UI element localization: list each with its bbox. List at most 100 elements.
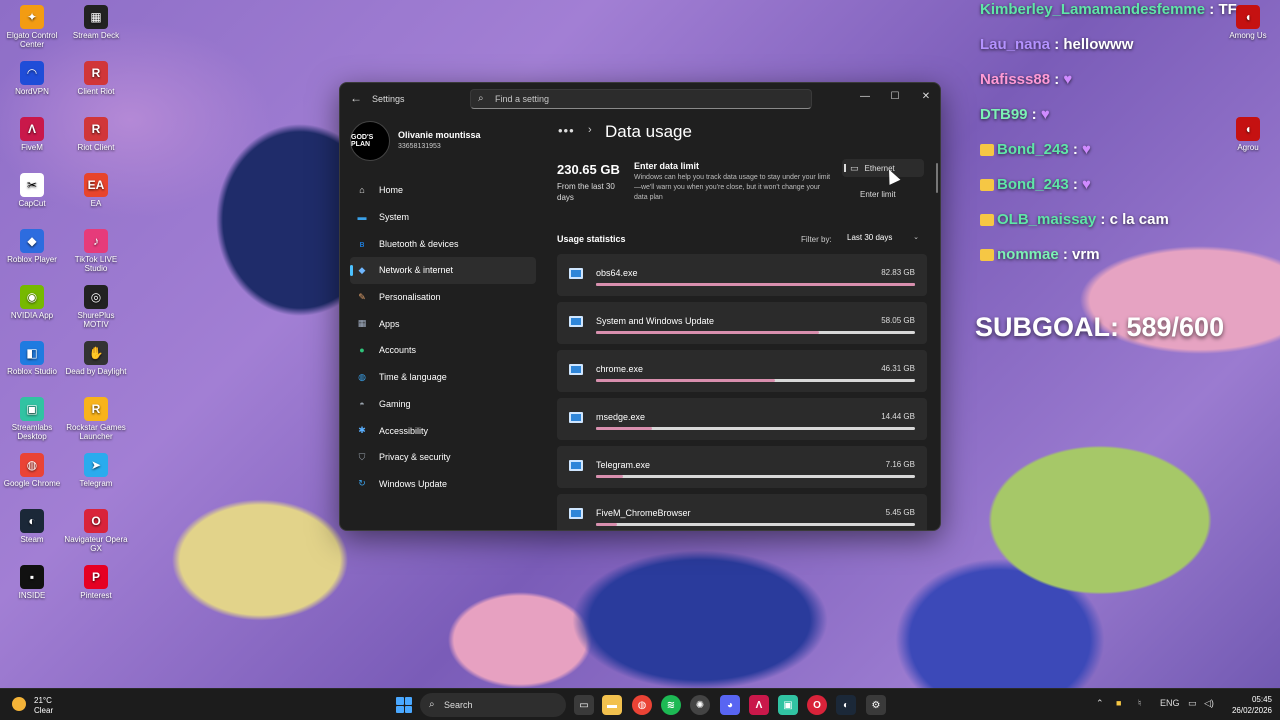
avatar[interactable]: GOD'S PLAN <box>350 121 390 161</box>
sidebar-item-label: Bluetooth & devices <box>379 238 459 249</box>
network-icon: ◆ <box>358 264 366 275</box>
sidebar-item-home[interactable]: ⌂ Home <box>350 177 536 204</box>
desktop-icon[interactable]: ✦ Elgato Control Center <box>0 5 64 49</box>
desktop-icon[interactable]: P Pinterest <box>64 565 128 600</box>
usage-list: obs64.exe 82.83 GB System and Windows Upda… <box>557 254 927 530</box>
usage-row[interactable]: msedge.exe 14.44 GB <box>557 398 927 440</box>
task-view-icon[interactable]: ▭ <box>574 695 594 715</box>
search-box[interactable]: ⌕ <box>470 89 812 109</box>
sidebar-item-label: Privacy & security <box>379 452 451 463</box>
desktop-icon[interactable]: R Rockstar Games Launcher <box>64 397 128 441</box>
sidebar-item-time-language[interactable]: ◍ Time & language <box>350 364 536 391</box>
steam-icon[interactable]: ◐ <box>836 695 856 715</box>
desktop-icon[interactable]: ◉ NVIDIA App <box>0 285 64 320</box>
desktop-icon-label: Roblox Studio <box>7 367 57 376</box>
start-button[interactable] <box>396 697 412 713</box>
desktop-icon-label: EA <box>90 199 102 208</box>
sidebar-item-privacy-security[interactable]: ⛉ Privacy & security <box>350 444 536 471</box>
usage-row[interactable]: FiveM_ChromeBrowser 5.45 GB <box>557 494 927 530</box>
spotify-icon[interactable]: ≋ <box>661 695 681 715</box>
desktop-icon[interactable]: ✂ CapCut <box>0 173 64 208</box>
desktop-icon[interactable]: ◆ Roblox Player <box>0 229 64 264</box>
sidebar-item-label: Home <box>379 185 404 196</box>
app-name: System and Windows Update <box>596 316 715 326</box>
sidebar-item-accessibility[interactable]: ✱ Accessibility <box>350 417 536 444</box>
desktop-icon[interactable]: R Riot Client <box>64 117 128 152</box>
taskbar-search[interactable]: ⌕ Search <box>420 693 566 717</box>
sidebar-item-gaming[interactable]: ◓ Gaming <box>350 391 536 418</box>
desktop-icon[interactable]: ▦ Stream Deck <box>64 5 128 40</box>
volume-icon[interactable]: ◁) <box>1204 698 1214 709</box>
chatgpt-icon[interactable]: ✺ <box>690 695 710 715</box>
desktop-icon[interactable]: EA EA <box>64 173 128 208</box>
app-icon: ✦ <box>20 5 44 29</box>
app-window-icon <box>569 412 583 423</box>
usage-row[interactable]: chrome.exe 46.31 GB <box>557 350 927 392</box>
chat-message: Nafisss88 : ♥ <box>980 71 1072 88</box>
desktop-icon[interactable]: ◧ Roblox Studio <box>0 341 64 376</box>
sidebar-item-label: Accessibility <box>379 425 429 436</box>
file-explorer-icon[interactable]: ▬ <box>602 695 622 715</box>
sidebar-item-network-internet[interactable]: ◆ Network & internet <box>350 257 536 284</box>
breadcrumb-more-button[interactable]: ••• <box>558 123 575 138</box>
sidebar-item-accounts[interactable]: ● Accounts <box>350 337 536 364</box>
tray-app-icon[interactable]: ■ <box>1116 698 1121 708</box>
sidebar-item-bluetooth-devices[interactable]: ʙ Bluetooth & devices <box>350 230 536 257</box>
bluetooth-icon: ʙ <box>359 238 365 249</box>
search-input[interactable] <box>495 92 795 106</box>
app-data-size: 7.16 GB <box>885 460 915 469</box>
clock[interactable]: 05:45 26/02/2026 <box>1222 694 1272 716</box>
desktop-icon[interactable]: ◠ NordVPN <box>0 61 64 96</box>
crown-badge-icon <box>980 249 994 262</box>
fivem-icon[interactable]: Λ <box>749 695 769 715</box>
desktop-icon[interactable]: R Client Riot <box>64 61 128 96</box>
desktop-icon[interactable]: ◐ Steam <box>0 509 64 544</box>
streamlabs-icon[interactable]: ▣ <box>778 695 798 715</box>
opera-gx-icon[interactable]: O <box>807 695 827 715</box>
desktop-icon[interactable]: ➤ Telegram <box>64 453 128 488</box>
sidebar-item-apps[interactable]: ▦ Apps <box>350 310 536 337</box>
chat-text: hellowww <box>1063 36 1134 53</box>
filter-dropdown[interactable]: Last 30 days ⌄ <box>843 230 923 246</box>
tray-overflow-icon[interactable]: ⌃ <box>1096 698 1104 709</box>
chat-message: OLB_maissay : c la cam <box>980 211 1169 228</box>
scrollbar[interactable] <box>936 163 938 193</box>
desktop-icon-label: Steam <box>20 535 44 544</box>
desktop-icon[interactable]: ♪ TikTok LIVE Studio <box>64 229 128 273</box>
ethernet-dropdown[interactable]: ▭ Ethernet <box>842 159 924 177</box>
discord-icon[interactable]: ◕ <box>720 695 740 715</box>
enter-limit-button[interactable]: Enter limit <box>860 190 896 199</box>
sidebar-item-personalisation[interactable]: ✎ Personalisation <box>350 284 536 311</box>
close-button[interactable]: ✕ <box>911 87 940 107</box>
app-icon: ▣ <box>20 397 44 421</box>
chat-username: Nafisss88 <box>980 71 1051 88</box>
desktop-icon-label: Rockstar Games Launcher <box>66 423 126 441</box>
sidebar-item-label: Gaming <box>379 398 411 409</box>
minimize-button[interactable]: — <box>850 87 880 107</box>
back-arrow-icon[interactable]: ← <box>350 91 362 105</box>
desktop-icon[interactable]: O Navigateur Opera GX <box>64 509 128 553</box>
sidebar-item-windows-update[interactable]: ↻ Windows Update <box>350 471 536 498</box>
desktop-icon[interactable]: ◍ Google Chrome <box>0 453 64 488</box>
desktop-icon[interactable]: Λ FiveM <box>0 117 64 152</box>
settings-gear-icon[interactable]: ⚙ <box>866 695 886 715</box>
usage-row[interactable]: System and Windows Update 58.05 GB <box>557 302 927 344</box>
desktop-icon-label: Google Chrome <box>3 479 61 488</box>
app-icon: Λ <box>20 117 44 141</box>
desktop-icon[interactable]: ▣ Streamlabs Desktop <box>0 397 64 441</box>
microphone-icon[interactable]: ♮ <box>1138 698 1141 709</box>
desktop-icon[interactable]: ◖ Agrou <box>1216 117 1280 152</box>
maximize-button[interactable]: ☐ <box>880 87 910 107</box>
usage-row[interactable]: Telegram.exe 7.16 GB <box>557 446 927 488</box>
desktop-icon[interactable]: ▪ INSIDE <box>0 565 64 600</box>
app-icon: ◖ <box>1236 117 1260 141</box>
monitor-icon: ▭ <box>850 162 859 173</box>
network-icon[interactable]: ▭ <box>1188 698 1197 709</box>
desktop-icon[interactable]: ✋ Dead by Daylight <box>64 341 128 376</box>
language-indicator[interactable]: ENG <box>1160 698 1180 708</box>
desktop-icon-label: Dead by Daylight <box>65 367 127 376</box>
sidebar-item-system[interactable]: ▬ System <box>350 204 536 231</box>
chrome-icon[interactable]: ◍ <box>632 695 652 715</box>
desktop-icon[interactable]: ◎ ShurePlus MOTIV <box>64 285 128 329</box>
usage-row[interactable]: obs64.exe 82.83 GB <box>557 254 927 296</box>
